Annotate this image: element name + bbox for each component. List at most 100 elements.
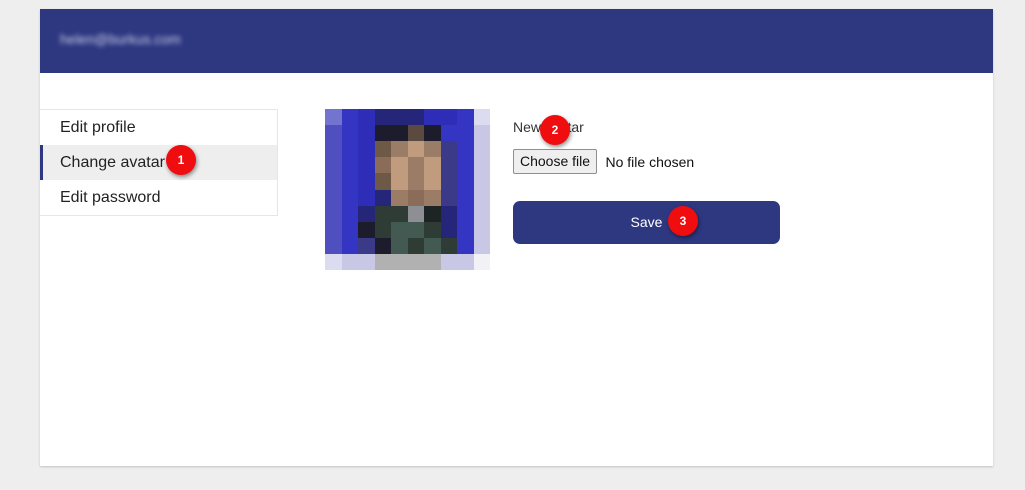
avatar-pixel xyxy=(457,173,474,190)
avatar-pixel xyxy=(358,125,375,142)
avatar-pixel xyxy=(407,173,424,190)
avatar-pixel xyxy=(325,189,342,206)
avatar-pixel xyxy=(374,141,391,158)
avatar-pixel xyxy=(473,205,490,222)
avatar-pixel xyxy=(358,109,375,126)
avatar-pixel xyxy=(473,221,490,238)
step-badge-1: 1 xyxy=(166,145,196,175)
avatar-pixel xyxy=(391,189,408,206)
avatar-pixel xyxy=(374,125,391,142)
avatar-pixel xyxy=(440,141,457,158)
settings-sidebar: Edit profile Change avatar 1 Edit passwo… xyxy=(40,109,278,216)
avatar-pixel xyxy=(473,109,490,126)
avatar-pixel xyxy=(457,109,474,126)
avatar-pixel xyxy=(341,109,358,126)
avatar-pixel xyxy=(341,237,358,254)
avatar-pixel xyxy=(424,125,441,142)
avatar-pixel xyxy=(407,221,424,238)
avatar-pixel xyxy=(440,253,457,270)
avatar-pixel xyxy=(325,125,342,142)
avatar-pixel xyxy=(325,141,342,158)
avatar-pixel xyxy=(457,221,474,238)
avatar-pixel xyxy=(424,253,441,270)
avatar-pixel xyxy=(440,205,457,222)
avatar-pixel xyxy=(374,221,391,238)
avatar-pixel xyxy=(374,205,391,222)
avatar-pixel xyxy=(473,141,490,158)
avatar-pixel xyxy=(473,173,490,190)
avatar-pixel xyxy=(473,157,490,174)
avatar-pixel xyxy=(457,189,474,206)
avatar-pixel xyxy=(473,189,490,206)
avatar-pixel xyxy=(424,173,441,190)
avatar-pixel xyxy=(325,109,342,126)
avatar-pixel xyxy=(325,173,342,190)
avatar-pixel xyxy=(440,125,457,142)
avatar-pixel xyxy=(374,189,391,206)
avatar-pixel xyxy=(374,237,391,254)
avatar-pixel xyxy=(341,141,358,158)
avatar-pixel xyxy=(325,221,342,238)
avatar-pixel xyxy=(440,189,457,206)
avatar-pixel xyxy=(325,205,342,222)
avatar-pixel xyxy=(424,205,441,222)
avatar-pixel xyxy=(440,237,457,254)
avatar-pixel xyxy=(341,173,358,190)
avatar-pixel xyxy=(457,157,474,174)
avatar-pixel xyxy=(358,205,375,222)
avatar-pixel xyxy=(358,173,375,190)
choose-file-button[interactable]: Choose file xyxy=(513,149,598,174)
avatar-pixel xyxy=(407,141,424,158)
avatar-pixel xyxy=(424,141,441,158)
avatar-pixel xyxy=(407,237,424,254)
avatar-pixel xyxy=(358,157,375,174)
avatar-pixel xyxy=(341,205,358,222)
save-button-label: Save xyxy=(630,214,663,230)
avatar-pixel xyxy=(374,157,391,174)
avatar-pixel xyxy=(457,141,474,158)
avatar-pixel xyxy=(473,237,490,254)
app-header: helen@burkus.com xyxy=(40,9,993,73)
avatar-pixel xyxy=(424,237,441,254)
file-status-text: No file chosen xyxy=(605,153,695,170)
avatar-pixel xyxy=(374,173,391,190)
step-badge-2: 2 xyxy=(540,115,570,145)
avatar-pixel xyxy=(358,141,375,158)
avatar-pixel xyxy=(440,109,457,126)
avatar-pixel xyxy=(391,173,408,190)
avatar-pixel xyxy=(424,109,441,126)
avatar-pixel xyxy=(407,125,424,142)
avatar-pixel xyxy=(440,173,457,190)
sidebar-item-label: Change avatar xyxy=(60,154,165,171)
user-email: helen@burkus.com xyxy=(60,31,181,47)
sidebar-item-edit-profile[interactable]: Edit profile xyxy=(40,110,277,145)
avatar-pixel xyxy=(391,109,408,126)
avatar-pixel xyxy=(424,221,441,238)
avatar-pixel xyxy=(424,157,441,174)
avatar-pixel xyxy=(473,253,490,270)
avatar-pixel xyxy=(407,109,424,126)
avatar-pixel xyxy=(341,157,358,174)
avatar-pixel xyxy=(391,141,408,158)
avatar-pixel xyxy=(457,125,474,142)
avatar-pixel xyxy=(341,125,358,142)
avatar-pixel xyxy=(407,189,424,206)
avatar-pixel xyxy=(440,157,457,174)
save-button[interactable]: Save xyxy=(513,201,780,244)
avatar-pixel xyxy=(341,189,358,206)
avatar-pixel xyxy=(391,221,408,238)
avatar-pixel xyxy=(358,189,375,206)
sidebar-item-change-avatar[interactable]: Change avatar 1 xyxy=(40,145,277,180)
sidebar-item-edit-password[interactable]: Edit password xyxy=(40,180,277,215)
current-avatar-image xyxy=(325,109,490,270)
avatar-pixel xyxy=(457,205,474,222)
avatar-pixel xyxy=(374,253,391,270)
avatar-pixel xyxy=(391,253,408,270)
sidebar-item-label: Edit profile xyxy=(60,119,136,136)
step-badge-3: 3 xyxy=(668,206,698,236)
sidebar-item-label: Edit password xyxy=(60,189,161,206)
avatar-pixel xyxy=(440,221,457,238)
avatar-pixel xyxy=(374,109,391,126)
avatar-pixel xyxy=(391,157,408,174)
avatar-pixel xyxy=(424,189,441,206)
